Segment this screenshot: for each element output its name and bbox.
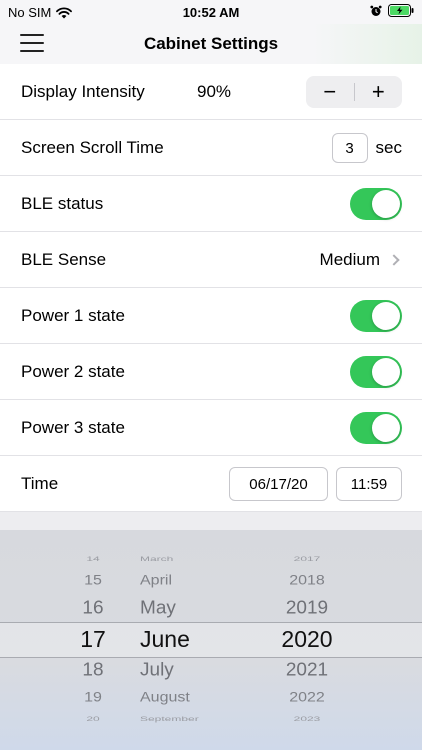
ble-sense-value: Medium (319, 250, 380, 269)
month-option[interactable]: May (128, 599, 248, 620)
intensity-stepper: − + (306, 76, 402, 108)
scroll-time-input[interactable]: 3 (331, 133, 368, 163)
ble-status-row: BLE status (0, 176, 422, 232)
settings-list: Display Intensity 90% − + Screen Scroll … (0, 64, 422, 512)
year-option[interactable]: 2019 (262, 599, 352, 620)
month-option[interactable]: March (128, 555, 248, 563)
power-2-toggle[interactable] (350, 356, 402, 388)
day-option[interactable]: 19 (60, 690, 126, 705)
page-title: Cabinet Settings (143, 34, 279, 53)
alarm-clock-icon (370, 5, 382, 16)
ble-sense-label: BLE Sense (21, 249, 107, 269)
year-option[interactable]: 2018 (262, 573, 352, 588)
scroll-time-unit: sec (375, 138, 402, 157)
year-selected[interactable]: 2020 (262, 626, 352, 653)
battery-charging-icon (388, 4, 414, 17)
power-3-row: Power 3 state (0, 400, 422, 456)
power-1-row: Power 1 state (0, 288, 422, 344)
picker-separator (0, 512, 422, 530)
chevron-right-icon (388, 254, 400, 266)
day-option[interactable]: 14 (60, 555, 126, 563)
month-option[interactable]: August (128, 690, 248, 705)
decrease-intensity-button[interactable]: − (306, 76, 354, 108)
display-intensity-label: Display Intensity (21, 81, 145, 101)
status-bar: No SIM 10:52 AM (0, 0, 422, 24)
power-2-row: Power 2 state (0, 344, 422, 400)
scroll-time-row: Screen Scroll Time 3 sec (0, 120, 422, 176)
ble-status-label: BLE status (21, 193, 104, 213)
date-input[interactable]: 06/17/20 (229, 467, 328, 501)
display-intensity-value: 90% (197, 82, 232, 101)
ble-sense-row[interactable]: BLE Sense Medium (0, 232, 422, 288)
power-2-label: Power 2 state (21, 361, 125, 381)
year-option[interactable]: 2021 (262, 661, 352, 682)
month-option[interactable]: July (128, 661, 248, 682)
time-label: Time (21, 473, 59, 493)
display-intensity-row: Display Intensity 90% − + (0, 64, 422, 120)
ble-status-toggle[interactable] (350, 188, 402, 220)
day-option[interactable]: 18 (60, 661, 126, 682)
year-option[interactable]: 2022 (262, 690, 352, 705)
day-selected[interactable]: 17 (60, 626, 126, 653)
power-3-toggle[interactable] (350, 412, 402, 444)
time-input[interactable]: 11:59 (336, 467, 402, 501)
navigation-bar: Cabinet Settings (0, 24, 422, 64)
day-option[interactable]: 20 (60, 715, 126, 723)
day-option[interactable]: 15 (60, 573, 126, 588)
day-option[interactable]: 16 (60, 599, 126, 620)
time-row: Time 06/17/20 11:59 (0, 456, 422, 512)
year-option[interactable]: 2017 (262, 555, 352, 563)
month-option[interactable]: April (128, 573, 248, 588)
month-option[interactable]: September (128, 715, 248, 723)
power-1-toggle[interactable] (350, 300, 402, 332)
status-time: 10:52 AM (182, 5, 240, 20)
status-right (370, 4, 414, 17)
month-selected[interactable]: June (128, 626, 248, 653)
year-wheel[interactable]: 2017 2018 2019 2020 2021 2022 2023 (262, 530, 352, 750)
increase-intensity-button[interactable]: + (355, 76, 403, 108)
day-wheel[interactable]: 14 15 16 17 18 19 20 (60, 530, 126, 750)
power-3-label: Power 3 state (21, 417, 125, 437)
date-wheel-picker: 14 15 16 17 18 19 20 March April May June July Augu… (0, 530, 422, 750)
scroll-time-label: Screen Scroll Time (21, 137, 164, 157)
year-option[interactable]: 2023 (262, 715, 352, 723)
month-wheel[interactable]: March April May June July August September (128, 530, 248, 750)
power-1-label: Power 1 state (21, 305, 125, 325)
